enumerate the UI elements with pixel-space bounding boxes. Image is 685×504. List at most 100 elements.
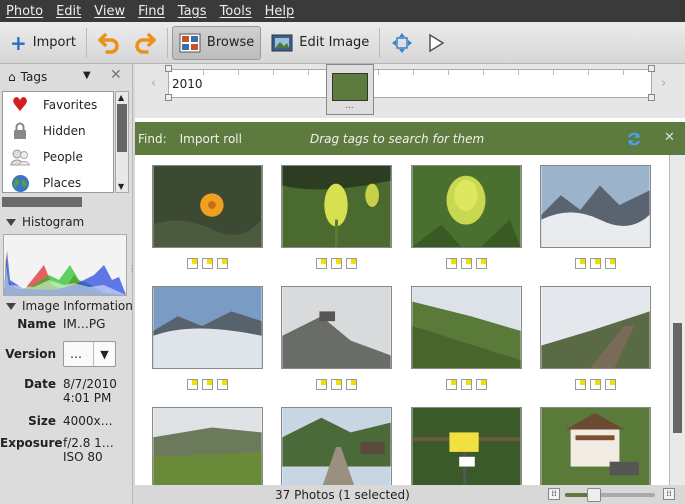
photo-thumbnail[interactable] xyxy=(281,286,392,369)
edit-image-button[interactable]: Edit Image xyxy=(265,26,375,60)
photo-thumbnail[interactable] xyxy=(281,165,392,248)
star-icon[interactable] xyxy=(590,258,601,269)
star-icon[interactable] xyxy=(316,379,327,390)
photo-cell[interactable] xyxy=(152,165,263,269)
zoom-slider[interactable] xyxy=(565,488,655,502)
photo-cell[interactable] xyxy=(152,407,263,485)
photo-thumbnail[interactable] xyxy=(152,286,263,369)
browse-button[interactable]: Browse xyxy=(171,25,262,60)
scroll-thumb[interactable] xyxy=(673,323,682,433)
photo-cell[interactable] xyxy=(281,286,392,390)
star-icon[interactable] xyxy=(217,379,228,390)
photo-thumbnail[interactable] xyxy=(152,407,263,485)
tag-item-people[interactable]: People xyxy=(3,144,113,170)
photo-thumbnail[interactable] xyxy=(411,165,522,248)
star-icon[interactable] xyxy=(187,258,198,269)
star-icon[interactable] xyxy=(331,379,342,390)
star-icon[interactable] xyxy=(476,379,487,390)
zoom-slider-handle[interactable] xyxy=(587,488,601,502)
rating-stars[interactable] xyxy=(411,379,522,390)
refresh-icon[interactable] xyxy=(626,131,642,147)
photo-cell[interactable] xyxy=(411,407,522,485)
histogram-header[interactable]: Histogram xyxy=(0,211,133,233)
image-info-header[interactable]: Image Information xyxy=(0,295,133,317)
pane-splitter[interactable] xyxy=(0,197,133,210)
menu-tags[interactable]: Tags xyxy=(178,4,207,19)
photo-cell[interactable] xyxy=(540,407,651,485)
slideshow-button[interactable] xyxy=(420,26,452,60)
scroll-thumb[interactable] xyxy=(117,104,127,152)
find-import-roll-chip[interactable]: Import roll xyxy=(180,132,242,146)
photo-thumbnail[interactable] xyxy=(540,165,651,248)
timeline-track[interactable]: 2010 xyxy=(168,69,652,98)
star-icon[interactable] xyxy=(346,379,357,390)
timeline-right-arrow-icon[interactable]: › xyxy=(661,76,666,91)
star-icon[interactable] xyxy=(575,258,586,269)
star-icon[interactable] xyxy=(331,258,342,269)
star-icon[interactable] xyxy=(187,379,198,390)
rating-stars[interactable] xyxy=(281,379,392,390)
photo-grid-scrollbar[interactable] xyxy=(669,155,685,485)
tags-close-icon[interactable]: ✕ xyxy=(110,67,122,83)
photo-thumbnail[interactable] xyxy=(411,286,522,369)
photo-thumbnail[interactable] xyxy=(411,407,522,485)
photo-thumbnail[interactable] xyxy=(540,407,651,485)
menu-view[interactable]: View xyxy=(94,4,125,19)
tag-item-places[interactable]: Places xyxy=(3,170,113,196)
import-button[interactable]: + Import xyxy=(4,26,82,60)
zoom-in-icon[interactable]: ⁞⁞ xyxy=(663,488,675,500)
tags-scrollbar[interactable]: ▲ ▼ xyxy=(115,91,129,193)
tag-item-hidden[interactable]: Hidden xyxy=(3,118,113,144)
rating-stars[interactable] xyxy=(152,379,263,390)
photo-cell[interactable] xyxy=(540,286,651,390)
star-icon[interactable] xyxy=(346,258,357,269)
star-icon[interactable] xyxy=(476,258,487,269)
timeline-corner-handle[interactable] xyxy=(165,94,172,101)
photo-cell[interactable] xyxy=(281,407,392,485)
fullscreen-button[interactable] xyxy=(384,26,420,60)
zoom-fit-icon[interactable]: ⁞⁞ xyxy=(548,488,560,500)
star-icon[interactable] xyxy=(605,379,616,390)
tag-item-favorites[interactable]: ♥ Favorites xyxy=(3,92,113,118)
redo-button[interactable] xyxy=(127,26,163,60)
timeline-corner-handle[interactable] xyxy=(165,65,172,72)
photo-cell[interactable] xyxy=(152,286,263,390)
undo-button[interactable] xyxy=(91,26,127,60)
menu-find[interactable]: Find xyxy=(138,4,165,19)
menu-edit[interactable]: Edit xyxy=(56,4,81,19)
timeline-selection-window[interactable]: ... xyxy=(326,64,374,115)
photo-cell[interactable] xyxy=(411,286,522,390)
menu-help[interactable]: Help xyxy=(265,4,295,19)
timeline-left-arrow-icon[interactable]: ‹ xyxy=(151,76,156,91)
rating-stars[interactable] xyxy=(281,258,392,269)
timeline-corner-handle[interactable] xyxy=(648,94,655,101)
scroll-down-arrow-icon[interactable]: ▼ xyxy=(118,182,124,191)
star-icon[interactable] xyxy=(461,258,472,269)
star-icon[interactable] xyxy=(446,379,457,390)
photo-cell[interactable] xyxy=(540,165,651,269)
star-icon[interactable] xyxy=(575,379,586,390)
version-select[interactable]: … ▼ xyxy=(63,341,116,367)
star-icon[interactable] xyxy=(446,258,457,269)
photo-thumbnail[interactable] xyxy=(540,286,651,369)
star-icon[interactable] xyxy=(590,379,601,390)
star-icon[interactable] xyxy=(316,258,327,269)
tags-dropdown-arrow-icon[interactable]: ▼ xyxy=(83,70,91,81)
photo-thumbnail[interactable] xyxy=(281,407,392,485)
star-icon[interactable] xyxy=(605,258,616,269)
menu-photo[interactable]: Photo xyxy=(6,4,43,19)
star-icon[interactable] xyxy=(461,379,472,390)
rating-stars[interactable] xyxy=(411,258,522,269)
rating-stars[interactable] xyxy=(540,379,651,390)
rating-stars[interactable] xyxy=(540,258,651,269)
star-icon[interactable] xyxy=(202,258,213,269)
timeline-corner-handle[interactable] xyxy=(648,65,655,72)
photo-cell[interactable] xyxy=(281,165,392,269)
scroll-up-arrow-icon[interactable]: ▲ xyxy=(118,93,124,102)
star-icon[interactable] xyxy=(217,258,228,269)
rating-stars[interactable] xyxy=(152,258,263,269)
find-close-icon[interactable]: ✕ xyxy=(664,130,675,145)
menu-tools[interactable]: Tools xyxy=(220,4,252,19)
splitter-handle[interactable]: ⋮ xyxy=(128,264,136,278)
photo-thumbnail[interactable] xyxy=(152,165,263,248)
